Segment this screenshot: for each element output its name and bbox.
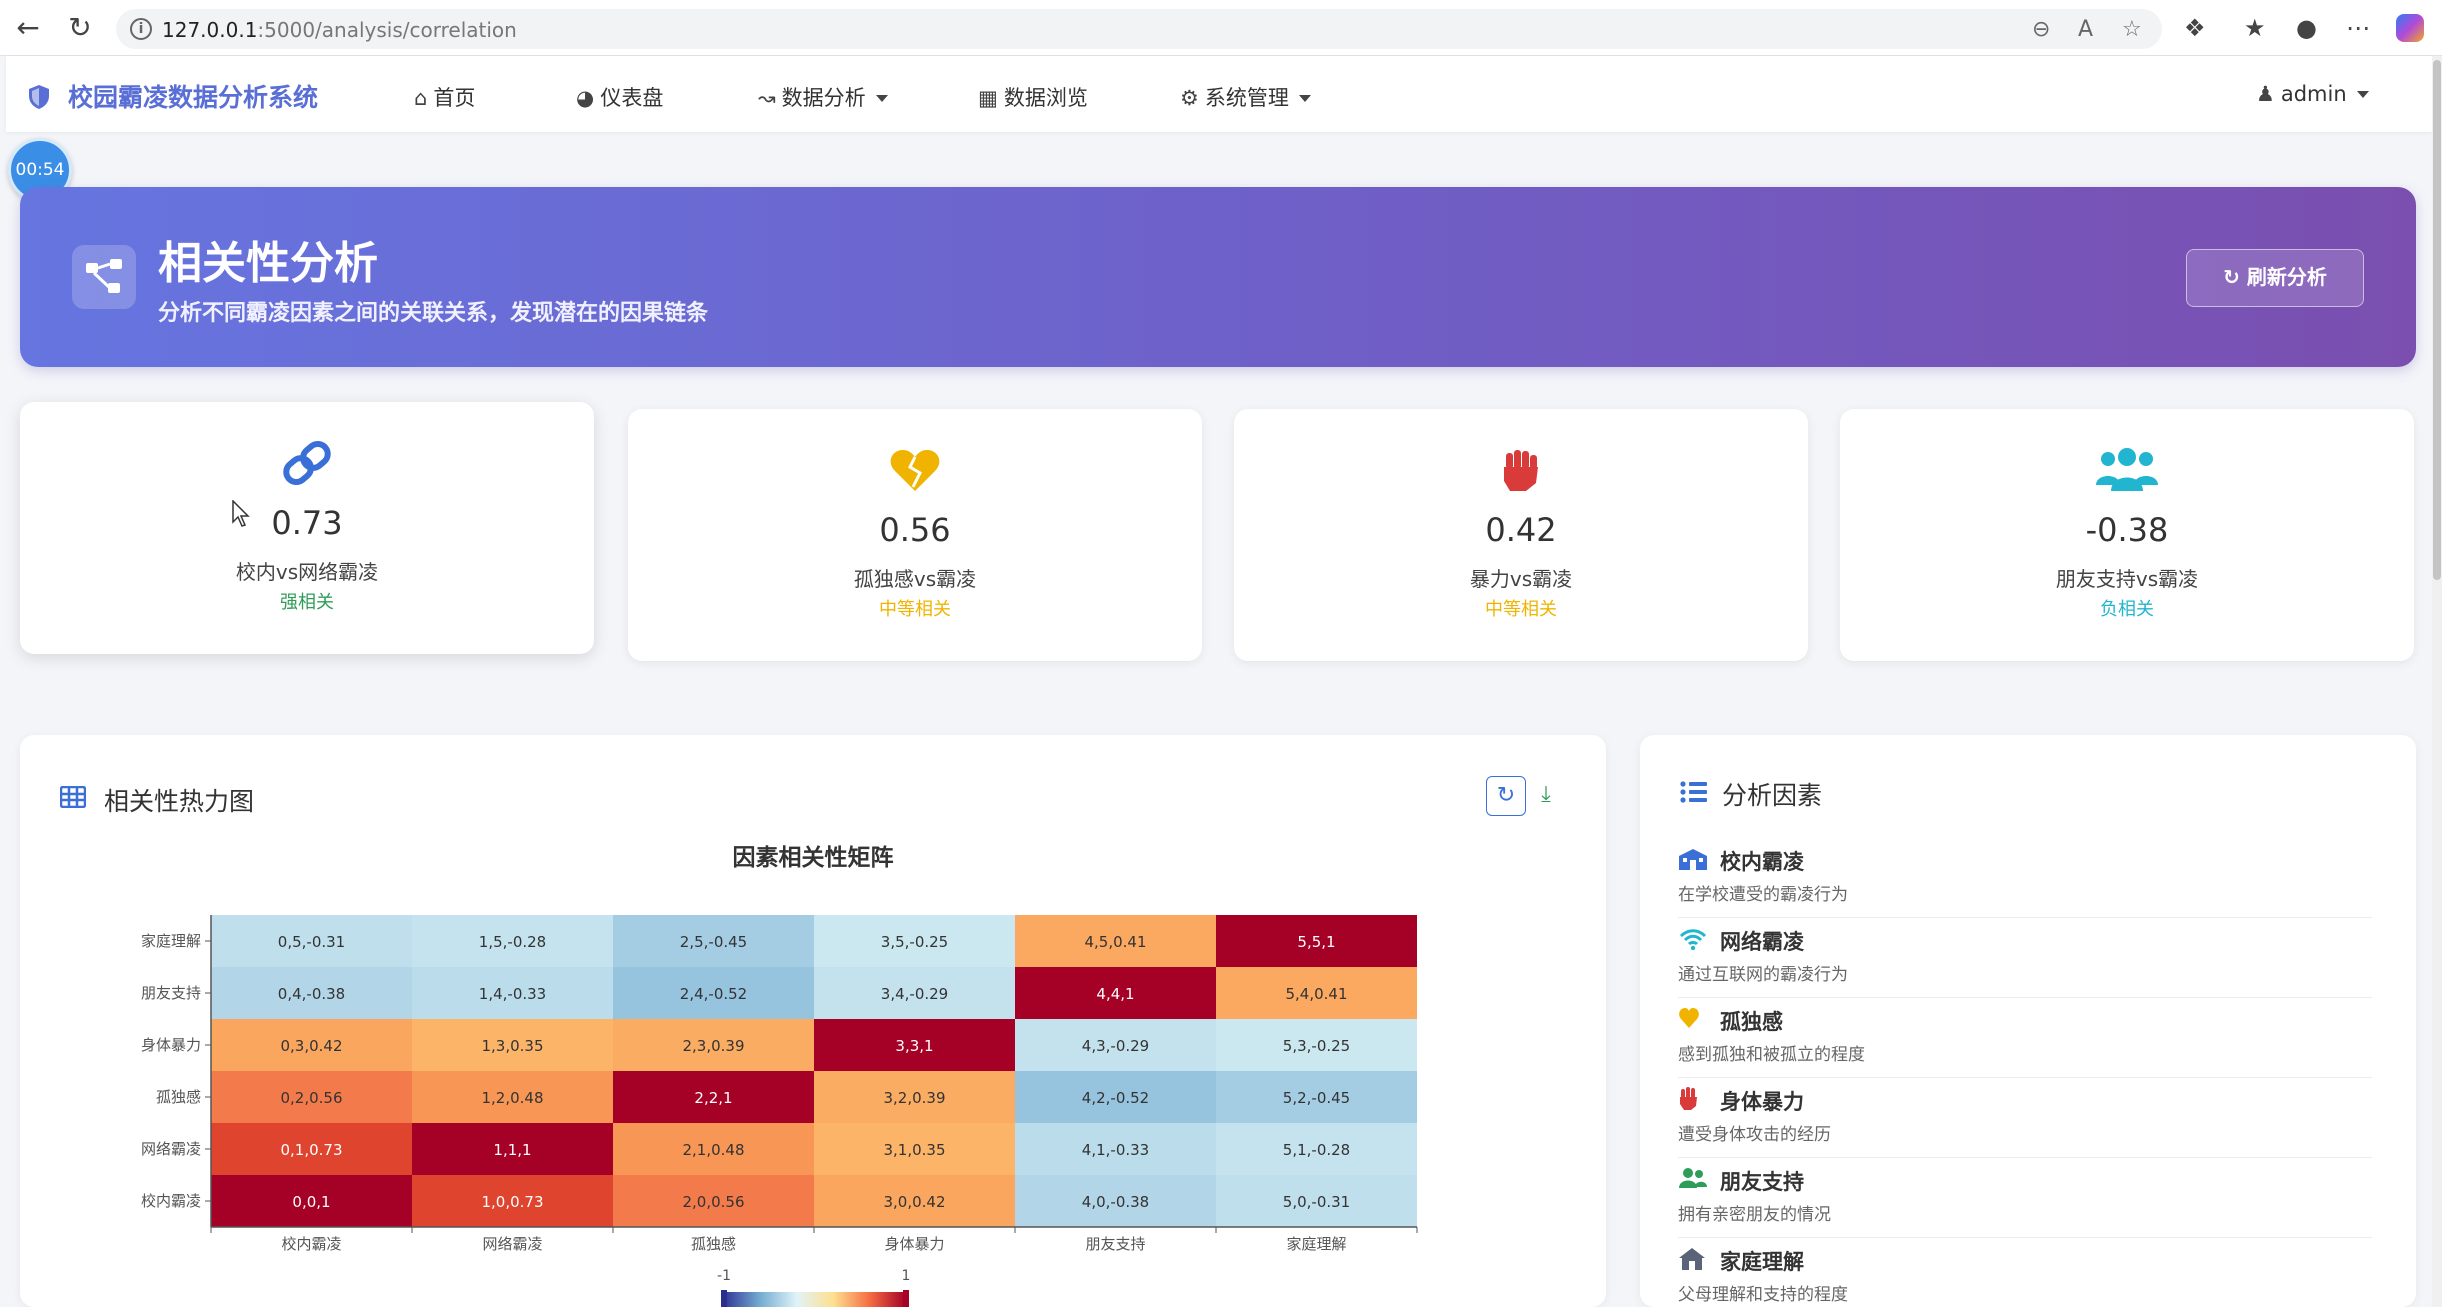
factor-name: 朋友支持	[1720, 1170, 1804, 1194]
factor-item-friends: 朋友支持 拥有亲密朋友的情况	[1678, 1158, 2372, 1238]
heatmap-cell-label: 2,0,0.56	[682, 1193, 744, 1211]
factor-item-family: 家庭理解 父母理解和支持的程度	[1678, 1238, 2372, 1307]
heatmap-cell-label: 3,4,-0.29	[881, 985, 948, 1003]
color-scale-handle-high[interactable]	[903, 1290, 909, 1307]
heatmap-cell-label: 1,5,-0.28	[479, 933, 546, 951]
factor-name: 校内霸凌	[1720, 850, 1804, 874]
heatmap-cell-label: 3,5,-0.25	[881, 933, 948, 951]
x-tick-label: 身体暴力	[884, 1235, 944, 1253]
x-tick-label: 家庭理解	[1286, 1235, 1346, 1253]
factor-item-cyber: 网络霸凌 通过互联网的霸凌行为	[1678, 918, 2372, 998]
x-tick-label: 孤独感	[691, 1235, 736, 1253]
heatmap-cell-label: 0,4,-0.38	[278, 985, 345, 1003]
mouse-cursor-icon	[232, 500, 250, 527]
heatmap-cell-label: 5,1,-0.28	[1283, 1141, 1350, 1159]
heatmap-cell-label: 4,2,-0.52	[1082, 1089, 1149, 1107]
heatmap-cell-label: 5,0,-0.31	[1283, 1193, 1350, 1211]
heatmap-cell-label: 4,4,1	[1096, 985, 1134, 1003]
y-tick-label: 家庭理解	[141, 932, 201, 950]
heatmap-cell-label: 2,1,0.48	[682, 1141, 744, 1159]
heatmap-cell-label: 1,0,0.73	[481, 1193, 543, 1211]
factor-item-violence: 身体暴力 遭受身体攻击的经历	[1678, 1078, 2372, 1158]
heatmap-cell-label: 4,3,-0.29	[1082, 1037, 1149, 1055]
heatmap-cell-label: 2,3,0.39	[682, 1037, 744, 1055]
heatmap-cell-label: 5,5,1	[1297, 933, 1335, 951]
heatmap-cell-label: 1,4,-0.33	[479, 985, 546, 1003]
heatmap-cell-label: 0,5,-0.31	[278, 933, 345, 951]
heatmap-cell-label: 4,1,-0.33	[1082, 1141, 1149, 1159]
users-icon	[1679, 1168, 1707, 1188]
factor-name: 孤独感	[1720, 1010, 1783, 1034]
color-scale-handle-low[interactable]	[721, 1290, 727, 1307]
factor-desc: 通过互联网的霸凌行为	[1678, 965, 1848, 985]
heatmap-cell-label: 1,1,1	[493, 1141, 531, 1159]
heatmap-cell-label: 0,3,0.42	[280, 1037, 342, 1055]
color-scale-max-label: 1	[902, 1268, 911, 1284]
heatmap-cell-label: 2,5,-0.45	[680, 933, 747, 951]
wifi-icon	[1679, 929, 1707, 951]
school-icon	[1679, 849, 1707, 870]
factor-desc: 感到孤独和被孤立的程度	[1678, 1045, 1865, 1065]
factor-name: 身体暴力	[1720, 1090, 1804, 1114]
factor-desc: 在学校遭受的霸凌行为	[1678, 885, 1848, 905]
heatmap-cell-label: 2,4,-0.52	[680, 985, 747, 1003]
heatmap-cell-label: 3,2,0.39	[883, 1089, 945, 1107]
x-tick-label: 网络霸凌	[482, 1235, 542, 1253]
x-tick-label: 朋友支持	[1085, 1235, 1145, 1253]
heatmap-cell-label: 2,2,1	[694, 1089, 732, 1107]
factor-name: 家庭理解	[1720, 1250, 1804, 1274]
heatmap-cell-label: 0,0,1	[292, 1193, 330, 1211]
heatmap-cell-label: 0,1,0.73	[280, 1141, 342, 1159]
factor-desc: 遭受身体攻击的经历	[1678, 1125, 1831, 1145]
heatmap-cell-label: 5,4,0.41	[1285, 985, 1347, 1003]
factors-card-title: 分析因素	[1722, 781, 1823, 810]
heatmap-cell-label: 3,0,0.42	[883, 1193, 945, 1211]
factor-item-loneliness: 孤独感 感到孤独和被孤立的程度	[1678, 998, 2372, 1078]
heatmap-cell-label: 5,3,-0.25	[1283, 1037, 1350, 1055]
factor-name: 网络霸凌	[1720, 930, 1804, 954]
heatmap-cell-label: 4,0,-0.38	[1082, 1193, 1149, 1211]
y-tick-label: 朋友支持	[141, 984, 201, 1002]
factor-desc: 拥有亲密朋友的情况	[1678, 1205, 1831, 1225]
heart-broken-icon	[1679, 1008, 1699, 1028]
factor-item-school: 校内霸凌 在学校遭受的霸凌行为	[1678, 838, 2372, 918]
heatmap-cell-label: 1,2,0.48	[481, 1089, 543, 1107]
color-scale-min-label: -1	[717, 1268, 731, 1284]
y-tick-label: 身体暴力	[141, 1036, 201, 1054]
x-tick-label: 校内霸凌	[281, 1235, 341, 1253]
fist-icon	[1680, 1087, 1697, 1110]
y-tick-label: 孤独感	[156, 1088, 201, 1106]
y-tick-label: 校内霸凌	[141, 1192, 201, 1210]
y-tick-label: 网络霸凌	[141, 1140, 201, 1158]
list-icon	[1680, 781, 1707, 803]
heatmap-cell-label: 5,2,-0.45	[1283, 1089, 1350, 1107]
color-scale-bar	[724, 1292, 906, 1307]
heatmap-cell-label: 1,3,0.35	[481, 1037, 543, 1055]
heatmap-cell-label: 0,2,0.56	[280, 1089, 342, 1107]
heatmap-cell-label: 4,5,0.41	[1084, 933, 1146, 951]
factor-desc: 父母理解和支持的程度	[1678, 1285, 1848, 1305]
heatmap-cell-label: 3,1,0.35	[883, 1141, 945, 1159]
home-icon	[1679, 1248, 1705, 1270]
heatmap-cell-label: 3,3,1	[895, 1037, 933, 1055]
